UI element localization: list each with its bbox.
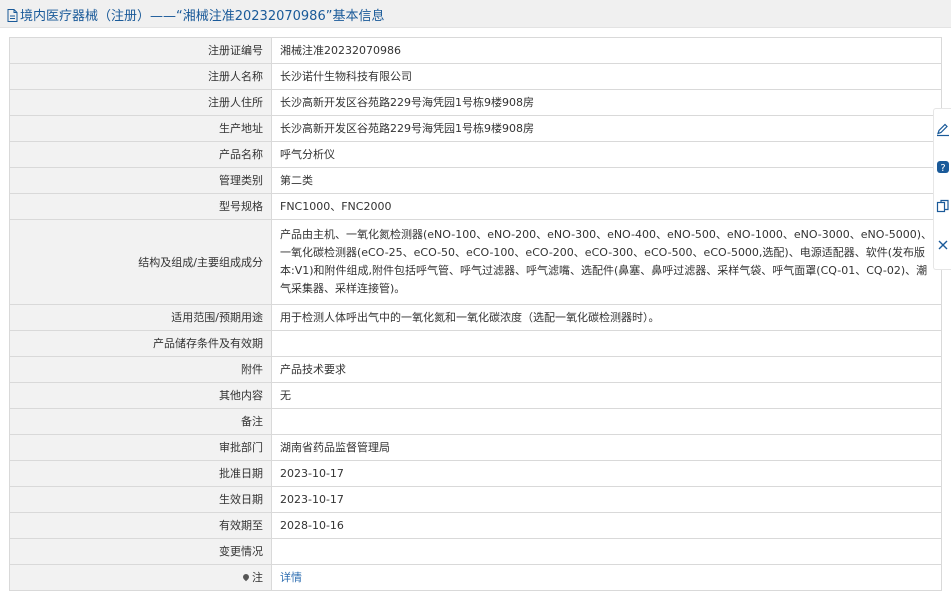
table-row: 变更情况 — [9, 538, 942, 565]
table-row: 适用范围/预期用途 用于检测人体呼出气中的一氧化氮和一氧化碳浓度（选配一氧化碳检测… — [9, 304, 942, 331]
row-label: 批准日期 — [9, 460, 272, 487]
row-label: 注 — [9, 564, 272, 591]
row-value: 详情 — [271, 564, 942, 591]
table-row: 产品名称 呼气分析仪 — [9, 141, 942, 168]
top-bar: 境内医疗器械（注册）——“湘械注准20232070986”基本信息 — [0, 0, 951, 28]
row-label: 管理类别 — [9, 167, 272, 194]
row-label: 变更情况 — [9, 538, 272, 565]
copy-icon[interactable] — [936, 199, 950, 215]
table-row: 批准日期 2023-10-17 — [9, 460, 942, 487]
page-title-text: 境内医疗器械（注册）——“湘械注准20232070986”基本信息 — [20, 9, 385, 24]
row-value: 产品由主机、一氧化氮检测器(eNO-100、eNO-200、eNO-300、eN… — [271, 219, 942, 305]
svg-text:?: ? — [940, 163, 945, 174]
table-row: 产品储存条件及有效期 — [9, 330, 942, 357]
row-value: 2023-10-17 — [271, 486, 942, 513]
row-value: FNC1000、FNC2000 — [271, 193, 942, 220]
document-icon — [7, 9, 18, 22]
info-table: 注册证编号 湘械注准20232070986 注册人名称 长沙诺什生物科技有限公司 注… — [9, 37, 942, 591]
row-value: 长沙高新开发区谷苑路229号海凭园1号栋9楼908房 — [271, 89, 942, 116]
table-row: 结构及组成/主要组成成分 产品由主机、一氧化氮检测器(eNO-100、eNO-20… — [9, 219, 942, 305]
table-row: 注册人名称 长沙诺什生物科技有限公司 — [9, 63, 942, 90]
row-label: 注册证编号 — [9, 37, 272, 64]
row-label: 其他内容 — [9, 382, 272, 409]
row-label: 产品名称 — [9, 141, 272, 168]
row-value: 长沙高新开发区谷苑路229号海凭园1号栋9楼908房 — [271, 115, 942, 142]
row-label: 注册人住所 — [9, 89, 272, 116]
row-label: 生效日期 — [9, 486, 272, 513]
help-icon[interactable]: ? — [936, 159, 950, 175]
row-value: 用于检测人体呼出气中的一氧化氮和一氧化碳浓度（选配一氧化碳检测器时）。 — [271, 304, 942, 331]
row-value: 产品技术要求 — [271, 356, 942, 383]
row-label: 备注 — [9, 408, 272, 435]
details-link[interactable]: 详情 — [280, 571, 302, 584]
row-value: 呼气分析仪 — [271, 141, 942, 168]
table-row: 其他内容无 — [9, 382, 942, 409]
close-icon[interactable] — [936, 237, 950, 253]
row-label: 附件 — [9, 356, 272, 383]
row-value: 长沙诺什生物科技有限公司 — [271, 63, 942, 90]
table-row: 备注 — [9, 408, 942, 435]
row-value: 2028-10-16 — [271, 512, 942, 539]
row-value — [271, 538, 942, 565]
table-row: 有效期至 2028-10-16 — [9, 512, 942, 539]
row-label: 型号规格 — [9, 193, 272, 220]
row-label: 有效期至 — [9, 512, 272, 539]
row-label: 适用范围/预期用途 — [9, 304, 272, 331]
pin-icon — [241, 572, 251, 582]
table-row: 附件 产品技术要求 — [9, 356, 942, 383]
row-value: 第二类 — [271, 167, 942, 194]
row-label: 生产地址 — [9, 115, 272, 142]
note-label: 注 — [252, 571, 263, 584]
row-value: 湘械注准20232070986 — [271, 37, 942, 64]
row-label: 审批部门 — [9, 434, 272, 461]
table-row: 管理类别 第二类 — [9, 167, 942, 194]
table-row: 注册人住所 长沙高新开发区谷苑路229号海凭园1号栋9楼908房 — [9, 89, 942, 116]
row-label: 结构及组成/主要组成成分 — [9, 219, 272, 305]
edit-icon[interactable] — [936, 121, 950, 137]
table-row: 生效日期 2023-10-17 — [9, 486, 942, 513]
row-value — [271, 330, 942, 357]
table-row: 生产地址 长沙高新开发区谷苑路229号海凭园1号栋9楼908房 — [9, 115, 942, 142]
row-label: 注册人名称 — [9, 63, 272, 90]
table-row: 注册证编号 湘械注准20232070986 — [9, 37, 942, 64]
side-toolbar: ? — [933, 108, 951, 270]
row-label: 产品储存条件及有效期 — [9, 330, 272, 357]
table-row: 注 详情 — [9, 564, 942, 591]
page-title: 境内医疗器械（注册）——“湘械注准20232070986”基本信息 — [7, 5, 384, 24]
table-row: 审批部门 湖南省药品监督管理局 — [9, 434, 942, 461]
row-value: 无 — [271, 382, 942, 409]
row-value: 湖南省药品监督管理局 — [271, 434, 942, 461]
row-value: 2023-10-17 — [271, 460, 942, 487]
table-row: 型号规格 FNC1000、FNC2000 — [9, 193, 942, 220]
row-value — [271, 408, 942, 435]
